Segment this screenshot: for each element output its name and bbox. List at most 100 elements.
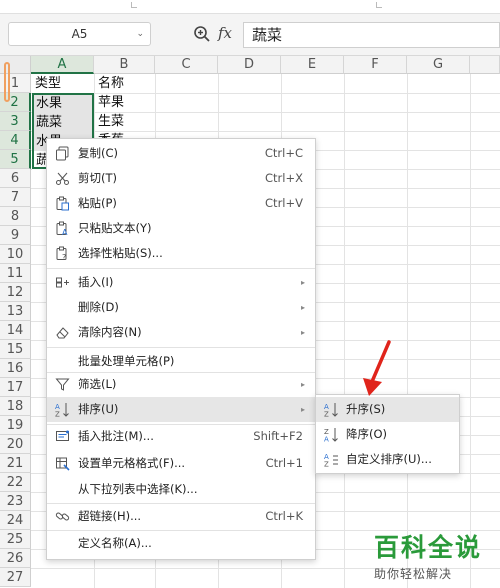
menu-item-format-cells[interactable]: 设置单元格格式(F)... Ctrl+1 bbox=[47, 451, 315, 476]
menu-item-delete[interactable]: 删除(D) ▸ bbox=[47, 295, 315, 320]
submenu-arrow-icon: ▸ bbox=[300, 278, 305, 287]
row-header[interactable]: 24 bbox=[0, 511, 31, 530]
menu-item-hyperlink[interactable]: 超链接(H)... Ctrl+K bbox=[47, 504, 315, 529]
cell-b2[interactable]: 苹果 bbox=[94, 93, 155, 112]
sort-custom[interactable]: AZ 自定义排序(U)... bbox=[316, 447, 459, 472]
column-header[interactable] bbox=[470, 56, 500, 74]
column-header[interactable]: D bbox=[218, 56, 281, 74]
menu-item-batch[interactable]: 批量处理单元格(P) bbox=[47, 349, 315, 374]
cell-b1[interactable]: 名称 bbox=[94, 74, 155, 93]
sort-descending[interactable]: ZA 降序(O) bbox=[316, 422, 459, 447]
row-header[interactable]: 3 bbox=[0, 112, 31, 131]
custom-sort-icon: AZ bbox=[324, 453, 338, 468]
sort-ascending-icon: AZ bbox=[324, 403, 338, 417]
row-header[interactable]: 12 bbox=[0, 283, 31, 302]
row-header[interactable]: 5 bbox=[0, 150, 31, 169]
column-header[interactable]: G bbox=[407, 56, 470, 74]
cell-a1[interactable]: 类型 bbox=[31, 74, 94, 93]
row-header[interactable]: 23 bbox=[0, 492, 31, 511]
context-menu: 复制(C) Ctrl+C 剪切(T) Ctrl+X 粘贴(P) Ctrl+V A… bbox=[46, 138, 316, 560]
menu-item-label: 选择性粘贴(S)... bbox=[78, 246, 163, 260]
menu-item-label: 超链接(H)... bbox=[78, 509, 142, 523]
menu-item-label: 只粘贴文本(Y) bbox=[78, 221, 152, 235]
menu-item-label: 设置单元格格式(F)... bbox=[78, 456, 186, 470]
name-box[interactable]: A5 ⌄ bbox=[8, 22, 151, 46]
menu-shortcut: Ctrl+X bbox=[265, 171, 303, 185]
row-header[interactable]: 7 bbox=[0, 188, 31, 207]
menu-item-label: 排序(U) bbox=[78, 402, 119, 416]
menu-item-cut[interactable]: 剪切(T) Ctrl+X bbox=[47, 166, 315, 191]
row-header[interactable]: 26 bbox=[0, 549, 31, 568]
menu-item-label: 定义名称(A)... bbox=[78, 536, 152, 550]
menu-item-clear[interactable]: 清除内容(N) ▸ bbox=[47, 320, 315, 345]
menu-item-label: 删除(D) bbox=[78, 300, 119, 314]
menu-item-sort[interactable]: AZ 排序(U) ▸ bbox=[47, 397, 315, 422]
row-header[interactable]: 6 bbox=[0, 169, 31, 188]
menu-item-dropdown-pick[interactable]: 从下拉列表中选择(K)... bbox=[47, 477, 315, 502]
menu-item-paste[interactable]: 粘贴(P) Ctrl+V bbox=[47, 191, 315, 216]
row-header[interactable]: 27 bbox=[0, 568, 31, 587]
formula-bar: A5 ⌄ fx 蔬菜 bbox=[0, 14, 500, 56]
copy-icon bbox=[56, 146, 69, 161]
freeze-handle[interactable] bbox=[4, 62, 10, 102]
menu-item-label: 从下拉列表中选择(K)... bbox=[78, 482, 198, 496]
row-header[interactable]: 22 bbox=[0, 473, 31, 492]
column-header[interactable]: E bbox=[281, 56, 344, 74]
menu-item-filter[interactable]: 筛选(L) ▸ bbox=[47, 372, 315, 397]
menu-item-comment[interactable]: 插入批注(M)... Shift+F2 bbox=[47, 424, 315, 449]
column-header[interactable]: A bbox=[31, 56, 94, 74]
row-header[interactable]: 17 bbox=[0, 378, 31, 397]
row-header[interactable]: 15 bbox=[0, 340, 31, 359]
row-header[interactable]: 20 bbox=[0, 435, 31, 454]
row-header[interactable]: 9 bbox=[0, 226, 31, 245]
row-header[interactable]: 13 bbox=[0, 302, 31, 321]
menu-item-label: 降序(O) bbox=[346, 427, 388, 441]
watermark-title: 百科全说 bbox=[374, 533, 483, 562]
menu-item-insert[interactable]: 插入(I) ▸ bbox=[47, 270, 315, 295]
format-cells-icon bbox=[56, 457, 70, 471]
svg-text:A: A bbox=[324, 436, 329, 443]
svg-text:Z: Z bbox=[324, 461, 329, 468]
menu-shortcut: Ctrl+K bbox=[265, 509, 303, 523]
comment-icon bbox=[56, 430, 69, 441]
menu-item-define-name[interactable]: 定义名称(A)... bbox=[47, 531, 315, 556]
name-box-value: A5 bbox=[71, 27, 88, 41]
column-header[interactable]: C bbox=[155, 56, 218, 74]
svg-text:Z: Z bbox=[55, 411, 60, 418]
menu-item-label: 筛选(L) bbox=[78, 377, 117, 391]
link-icon bbox=[55, 512, 70, 521]
menu-item-copy[interactable]: 复制(C) Ctrl+C bbox=[47, 141, 315, 166]
menu-shortcut: Shift+F2 bbox=[253, 429, 303, 443]
sort-icon: AZ bbox=[55, 403, 69, 418]
menu-item-paste-special[interactable]: ? 选择性粘贴(S)... bbox=[47, 241, 315, 266]
row-header[interactable]: 10 bbox=[0, 245, 31, 264]
submenu-arrow-icon: ▸ bbox=[300, 328, 305, 337]
row-header[interactable]: 25 bbox=[0, 530, 31, 549]
row-header[interactable]: 11 bbox=[0, 264, 31, 283]
insert-icon bbox=[56, 277, 69, 288]
sort-submenu: AZ 升序(S) ZA 降序(O) AZ 自定义排序(U)... bbox=[315, 394, 460, 474]
column-header[interactable]: B bbox=[94, 56, 155, 74]
row-header[interactable]: 18 bbox=[0, 397, 31, 416]
cell-b3[interactable]: 生菜 bbox=[94, 112, 155, 131]
chevron-down-icon[interactable]: ⌄ bbox=[136, 23, 144, 45]
formula-input[interactable]: 蔬菜 bbox=[243, 22, 500, 48]
menu-item-label: 粘贴(P) bbox=[78, 196, 117, 210]
watermark-subtitle: 助你轻松解决 bbox=[374, 567, 453, 581]
row-header[interactable]: 21 bbox=[0, 454, 31, 473]
watermark: 百科全说 助你轻松解决 bbox=[374, 528, 494, 582]
row-header[interactable]: 14 bbox=[0, 321, 31, 340]
fx-icon[interactable]: fx bbox=[218, 24, 232, 42]
menu-item-paste-text[interactable]: A 只粘贴文本(Y) bbox=[47, 216, 315, 241]
menu-item-label: 批量处理单元格(P) bbox=[78, 354, 175, 368]
svg-text:A: A bbox=[62, 228, 68, 236]
sort-ascending[interactable]: AZ 升序(S) bbox=[316, 397, 459, 422]
row-header[interactable]: 16 bbox=[0, 359, 31, 378]
top-strip bbox=[0, 0, 500, 14]
column-header[interactable]: F bbox=[344, 56, 407, 74]
row-header[interactable]: 8 bbox=[0, 207, 31, 226]
filter-icon bbox=[55, 378, 70, 391]
row-header[interactable]: 19 bbox=[0, 416, 31, 435]
row-header[interactable]: 4 bbox=[0, 131, 31, 150]
zoom-icon[interactable] bbox=[193, 25, 211, 43]
